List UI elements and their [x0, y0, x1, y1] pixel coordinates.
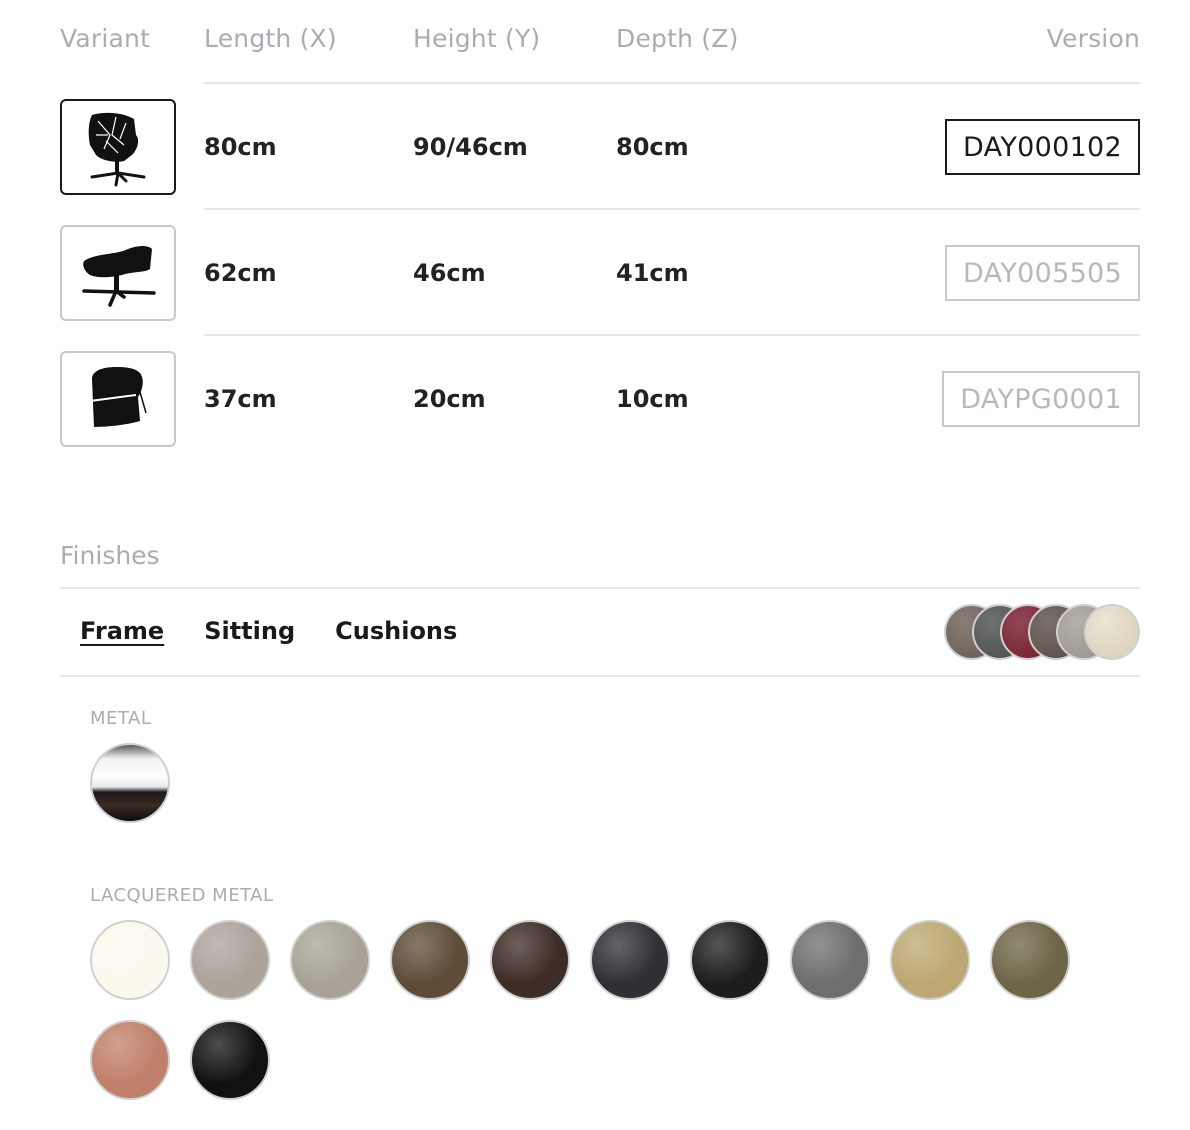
table-row: 37cm 20cm 10cm DAYPG0001: [60, 336, 1140, 462]
swatch-taupe-grey[interactable]: [190, 920, 270, 1000]
depth-value: 80cm: [616, 133, 689, 161]
table-row: 80cm 90/46cm 80cm DAY000102: [60, 84, 1140, 210]
height-value: 46cm: [413, 259, 486, 287]
swatch-cream[interactable]: [90, 920, 170, 1000]
header-height: Height (Y): [413, 24, 541, 53]
finish-preview-stack[interactable]: [944, 604, 1140, 660]
header-depth: Depth (Z): [616, 24, 739, 53]
swatch-copper[interactable]: [90, 1020, 170, 1100]
swatch-black[interactable]: [690, 920, 770, 1000]
table-header: Variant Length (X) Height (Y) Depth (Z) …: [60, 0, 1140, 84]
version-button[interactable]: DAY000102: [945, 119, 1140, 175]
swatch-chrome[interactable]: [90, 743, 170, 823]
variant-table: Variant Length (X) Height (Y) Depth (Z) …: [60, 0, 1140, 462]
swatch-gold[interactable]: [890, 920, 970, 1000]
height-value: 90/46cm: [413, 133, 528, 161]
swatch-dark-brown[interactable]: [490, 920, 570, 1000]
swatch-olive-bronze[interactable]: [990, 920, 1070, 1000]
header-version: Version: [1046, 24, 1140, 53]
stack-swatch: [1084, 604, 1140, 660]
tab-frame[interactable]: Frame: [80, 617, 164, 645]
divider: [60, 587, 1140, 589]
length-value: 80cm: [204, 133, 277, 161]
divider: [60, 675, 1140, 677]
depth-value: 41cm: [616, 259, 689, 287]
swatch-sand[interactable]: [290, 920, 370, 1000]
footstool-icon: [82, 246, 156, 307]
table-row: 62cm 46cm 41cm DAY005505: [60, 210, 1140, 336]
headrest-cushion-icon: [85, 367, 147, 427]
variant-thumbnail-headrest[interactable]: [60, 351, 176, 447]
swatch-bronze-brown[interactable]: [390, 920, 470, 1000]
version-button[interactable]: DAY005505: [945, 245, 1140, 301]
lounge-chair-icon: [88, 112, 146, 187]
finish-tabs: Frame Sitting Cushions: [80, 617, 457, 645]
tab-sitting[interactable]: Sitting: [204, 617, 295, 645]
height-value: 20cm: [413, 385, 486, 413]
swatch-grey[interactable]: [790, 920, 870, 1000]
finishes-title: Finishes: [60, 541, 160, 570]
variant-thumbnail-footstool[interactable]: [60, 225, 176, 321]
version-button[interactable]: DAYPG0001: [942, 371, 1140, 427]
depth-value: 10cm: [616, 385, 689, 413]
header-length: Length (X): [204, 24, 337, 53]
length-value: 62cm: [204, 259, 277, 287]
group-label-metal: METAL: [90, 708, 152, 729]
swatch-glossy-black[interactable]: [190, 1020, 270, 1100]
length-value: 37cm: [204, 385, 277, 413]
group-label-lacquered-metal: LACQUERED METAL: [90, 885, 274, 906]
variant-thumbnail-lounge-chair[interactable]: [60, 99, 176, 195]
swatch-anthracite[interactable]: [590, 920, 670, 1000]
header-variant: Variant: [60, 24, 151, 53]
tab-cushions[interactable]: Cushions: [335, 617, 457, 645]
